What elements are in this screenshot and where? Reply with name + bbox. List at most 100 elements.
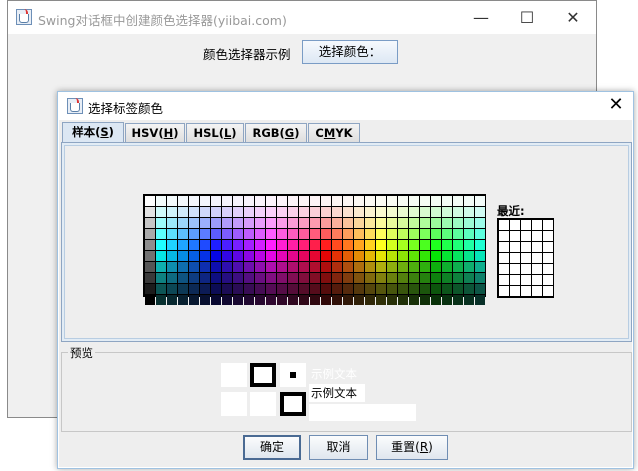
recent-swatch-cell[interactable] — [532, 253, 542, 263]
swatch-cell[interactable] — [167, 229, 177, 239]
swatch-cell[interactable] — [321, 251, 331, 261]
recent-swatch-cell[interactable] — [543, 264, 553, 274]
swatch-cell[interactable] — [145, 284, 155, 294]
main-close-button[interactable]: ✕ — [550, 1, 596, 34]
swatch-cell[interactable] — [266, 273, 276, 283]
swatch-cell[interactable] — [343, 207, 353, 217]
swatch-cell[interactable] — [189, 295, 199, 305]
swatch-cell[interactable] — [222, 295, 232, 305]
swatch-cell[interactable] — [321, 262, 331, 272]
swatch-cell[interactable] — [376, 207, 386, 217]
swatch-cell[interactable] — [464, 251, 474, 261]
swatch-cell[interactable] — [189, 229, 199, 239]
swatch-cell[interactable] — [475, 251, 485, 261]
swatch-cell[interactable] — [244, 196, 254, 206]
swatch-cell[interactable] — [200, 273, 210, 283]
swatch-cell[interactable] — [145, 262, 155, 272]
dialog-close-button[interactable]: ✕ — [599, 92, 633, 120]
swatch-cell[interactable] — [354, 229, 364, 239]
swatch-cell[interactable] — [431, 196, 441, 206]
swatch-cell[interactable] — [167, 295, 177, 305]
swatch-cell[interactable] — [409, 262, 419, 272]
swatch-cell[interactable] — [299, 262, 309, 272]
swatch-cell[interactable] — [332, 229, 342, 239]
swatch-cell[interactable] — [200, 262, 210, 272]
swatch-cell[interactable] — [321, 240, 331, 250]
swatch-cell[interactable] — [156, 284, 166, 294]
swatch-cell[interactable] — [167, 218, 177, 228]
swatch-cell[interactable] — [420, 218, 430, 228]
swatch-cell[interactable] — [376, 196, 386, 206]
swatch-cell[interactable] — [332, 218, 342, 228]
swatch-cell[interactable] — [211, 284, 221, 294]
swatch-cell[interactable] — [178, 218, 188, 228]
swatch-cell[interactable] — [288, 207, 298, 217]
swatch-cell[interactable] — [222, 207, 232, 217]
swatch-cell[interactable] — [233, 251, 243, 261]
swatch-cell[interactable] — [299, 229, 309, 239]
swatch-cell[interactable] — [244, 251, 254, 261]
swatch-cell[interactable] — [365, 196, 375, 206]
swatch-cell[interactable] — [222, 262, 232, 272]
swatch-cell[interactable] — [398, 207, 408, 217]
swatch-cell[interactable] — [387, 284, 397, 294]
swatch-cell[interactable] — [365, 273, 375, 283]
swatch-cell[interactable] — [365, 251, 375, 261]
swatch-cell[interactable] — [398, 295, 408, 305]
swatch-cell[interactable] — [178, 229, 188, 239]
swatch-cell[interactable] — [475, 262, 485, 272]
swatch-cell[interactable] — [299, 273, 309, 283]
swatch-cell[interactable] — [475, 207, 485, 217]
dialog-titlebar[interactable]: 选择标签颜色 ✕ — [58, 92, 633, 120]
swatch-cell[interactable] — [222, 240, 232, 250]
swatch-cell[interactable] — [277, 229, 287, 239]
swatch-cell[interactable] — [365, 218, 375, 228]
recent-swatch-cell[interactable] — [543, 220, 553, 230]
recent-swatch-cell[interactable] — [510, 231, 520, 241]
swatch-cell[interactable] — [442, 207, 452, 217]
swatch-cell[interactable] — [156, 240, 166, 250]
swatch-cell[interactable] — [233, 295, 243, 305]
swatch-cell[interactable] — [398, 251, 408, 261]
swatch-cell[interactable] — [442, 273, 452, 283]
swatch-cell[interactable] — [277, 284, 287, 294]
swatch-cell[interactable] — [255, 196, 265, 206]
swatch-cell[interactable] — [233, 229, 243, 239]
swatch-cell[interactable] — [398, 218, 408, 228]
swatch-cell[interactable] — [343, 295, 353, 305]
swatch-cell[interactable] — [431, 251, 441, 261]
swatch-cell[interactable] — [354, 273, 364, 283]
swatch-cell[interactable] — [156, 218, 166, 228]
recent-swatch-cell[interactable] — [532, 264, 542, 274]
swatch-cell[interactable] — [167, 207, 177, 217]
swatch-cell[interactable] — [178, 262, 188, 272]
ok-button[interactable]: 确定 — [243, 435, 301, 460]
swatch-cell[interactable] — [442, 218, 452, 228]
recent-swatch-cell[interactable] — [532, 231, 542, 241]
swatch-cell[interactable] — [288, 273, 298, 283]
swatch-cell[interactable] — [211, 262, 221, 272]
swatch-cell[interactable] — [167, 251, 177, 261]
swatch-cell[interactable] — [189, 240, 199, 250]
swatch-cell[interactable] — [453, 273, 463, 283]
swatch-cell[interactable] — [420, 273, 430, 283]
swatch-cell[interactable] — [277, 218, 287, 228]
swatch-cell[interactable] — [464, 196, 474, 206]
recent-swatch-cell[interactable] — [510, 286, 520, 296]
swatch-cell[interactable] — [453, 207, 463, 217]
swatch-cell[interactable] — [255, 284, 265, 294]
swatch-cell[interactable] — [376, 295, 386, 305]
swatch-cell[interactable] — [200, 207, 210, 217]
swatch-cell[interactable] — [431, 295, 441, 305]
recent-swatch-cell[interactable] — [543, 275, 553, 285]
swatch-cell[interactable] — [310, 207, 320, 217]
swatch-cell[interactable] — [211, 295, 221, 305]
swatch-cell[interactable] — [167, 196, 177, 206]
swatch-cell[interactable] — [299, 240, 309, 250]
swatch-cell[interactable] — [222, 251, 232, 261]
tab-swatches[interactable]: 样本(S) — [62, 122, 124, 143]
swatch-cell[interactable] — [464, 295, 474, 305]
recent-swatch-cell[interactable] — [521, 286, 531, 296]
swatch-cell[interactable] — [189, 207, 199, 217]
recent-swatch-cell[interactable] — [521, 231, 531, 241]
